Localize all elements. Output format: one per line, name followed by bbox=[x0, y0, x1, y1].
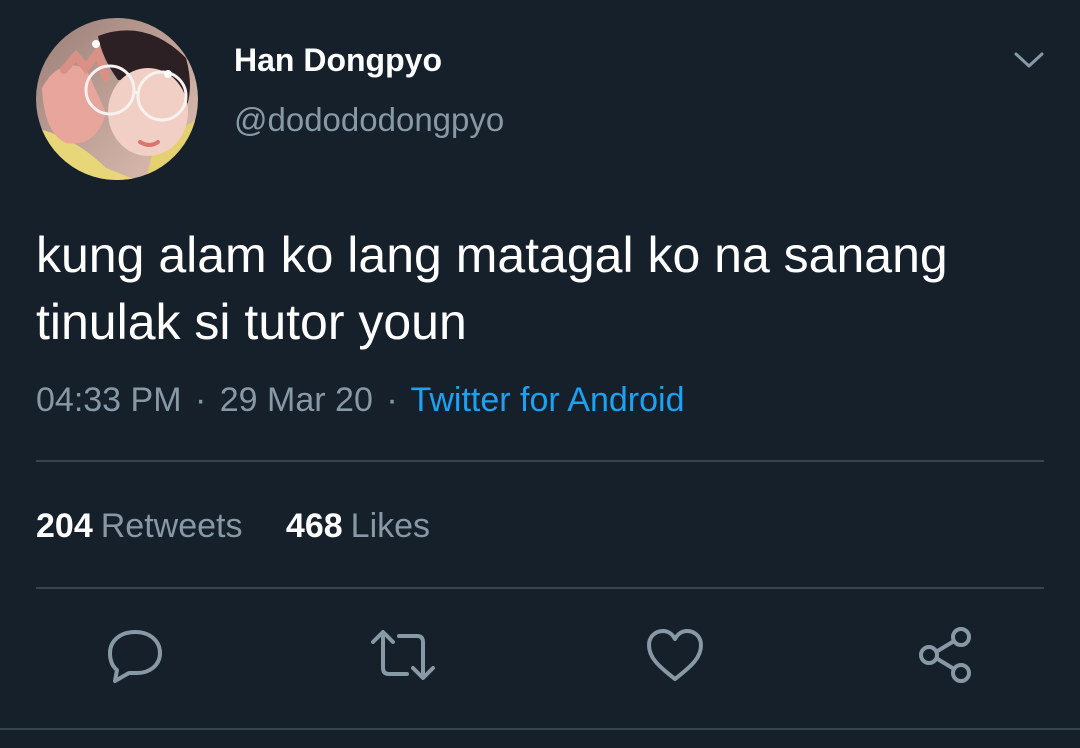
heart-icon bbox=[645, 627, 705, 688]
retweets-stat[interactable]: 204 Retweets bbox=[36, 504, 242, 548]
likes-stat[interactable]: 468 Likes bbox=[286, 504, 430, 548]
tweet-date: 29 Mar 20 bbox=[219, 381, 373, 419]
reply-button[interactable] bbox=[104, 626, 166, 688]
tweet-text: kung alam ko lang matagal ko na sanang t… bbox=[36, 222, 1036, 356]
share-icon bbox=[915, 625, 975, 690]
tweet-meta: 04:33 PM · 29 Mar 20 · Twitter for Andro… bbox=[36, 378, 685, 422]
chevron-down-icon bbox=[1013, 50, 1045, 75]
divider bbox=[0, 728, 1080, 730]
retweets-label: Retweets bbox=[100, 507, 243, 545]
author-handle[interactable]: @dodododongpyo bbox=[234, 100, 504, 140]
retweets-count: 204 bbox=[36, 507, 93, 545]
tweet-menu-button[interactable] bbox=[1008, 44, 1050, 80]
divider bbox=[36, 587, 1044, 589]
tweet-text-line: tinulak si tutor youn bbox=[36, 294, 467, 350]
retweet-button[interactable] bbox=[369, 626, 437, 689]
tweet-source-link[interactable]: Twitter for Android bbox=[410, 381, 684, 419]
avatar[interactable] bbox=[36, 18, 198, 180]
likes-label: Likes bbox=[350, 507, 431, 545]
reply-icon bbox=[106, 626, 164, 689]
likes-count: 468 bbox=[285, 507, 343, 545]
tweet-time: 04:33 PM bbox=[36, 381, 182, 419]
retweet-icon bbox=[369, 626, 437, 689]
meta-separator: · bbox=[386, 381, 398, 419]
author-display-name[interactable]: Han Dongpyo bbox=[234, 40, 442, 80]
tweet-text-line: kung alam ko lang matagal ko na sanang bbox=[36, 227, 948, 283]
tweet-stats: 204 Retweets 468 Likes bbox=[36, 504, 430, 548]
divider bbox=[36, 460, 1044, 462]
like-button[interactable] bbox=[644, 626, 706, 688]
share-button[interactable] bbox=[914, 626, 976, 688]
meta-separator: · bbox=[194, 381, 207, 419]
